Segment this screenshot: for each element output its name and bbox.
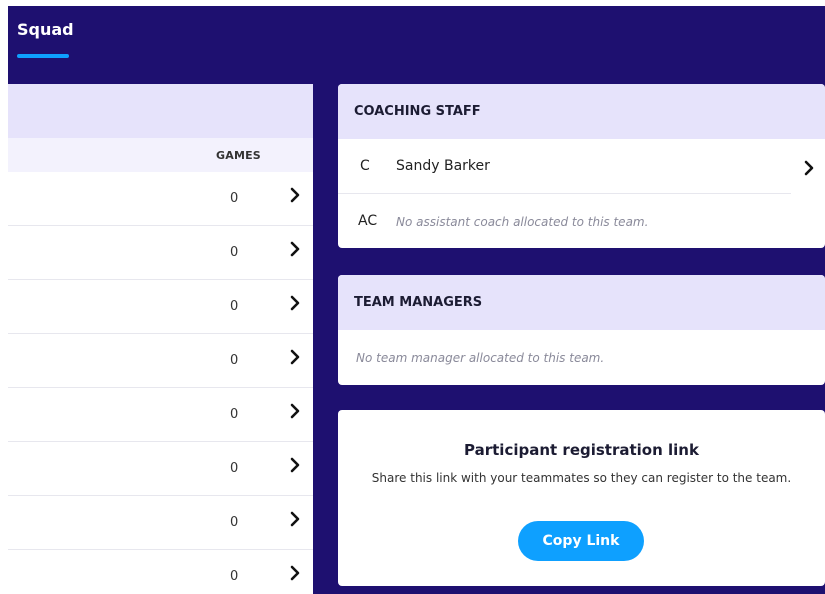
chevron-right-icon[interactable] xyxy=(286,508,304,530)
games-count: 0 xyxy=(230,299,239,314)
assistant-coach-role-label: AC xyxy=(358,213,378,229)
games-count: 0 xyxy=(230,569,239,584)
tab-squad[interactable]: Squad xyxy=(17,20,74,39)
chevron-right-icon[interactable] xyxy=(286,238,304,260)
table-row[interactable]: 0 xyxy=(8,550,313,594)
chevron-right-icon[interactable] xyxy=(286,346,304,368)
games-count: 0 xyxy=(230,407,239,422)
coach-row[interactable]: C Sandy Barker xyxy=(338,139,791,194)
squad-rows: 0 0 0 0 0 0 0 0 xyxy=(8,172,313,594)
table-row[interactable]: 0 xyxy=(8,442,313,496)
chevron-right-icon[interactable] xyxy=(286,184,304,206)
registration-title: Participant registration link xyxy=(464,441,699,459)
table-row[interactable]: 0 xyxy=(8,280,313,334)
chevron-right-icon[interactable] xyxy=(286,292,304,314)
table-row[interactable]: 0 xyxy=(8,388,313,442)
team-managers-header: TEAM MANAGERS xyxy=(338,275,825,330)
games-column-header: GAMES xyxy=(216,149,261,162)
chevron-right-icon[interactable] xyxy=(801,157,817,179)
games-count: 0 xyxy=(230,245,239,260)
squad-panel: GAMES 0 0 0 0 0 0 0 0 xyxy=(8,84,313,594)
games-count: 0 xyxy=(230,353,239,368)
squad-panel-header xyxy=(8,84,313,138)
assistant-coach-note: No assistant coach allocated to this tea… xyxy=(396,215,649,229)
registration-description: Share this link with your teammates so t… xyxy=(371,471,792,485)
coaching-staff-card: COACHING STAFF C Sandy Barker AC No assi… xyxy=(338,84,825,248)
copy-link-button[interactable]: Copy Link xyxy=(518,521,644,561)
table-row[interactable]: 0 xyxy=(8,226,313,280)
assistant-coach-row: AC No assistant coach allocated to this … xyxy=(338,194,825,248)
team-managers-title: TEAM MANAGERS xyxy=(354,295,483,310)
table-row[interactable]: 0 xyxy=(8,496,313,550)
games-count: 0 xyxy=(230,461,239,476)
tab-bar: Squad xyxy=(8,6,825,82)
coach-role-label: C xyxy=(360,158,370,174)
table-row[interactable]: 0 xyxy=(8,172,313,226)
chevron-right-icon[interactable] xyxy=(286,454,304,476)
active-tab-indicator xyxy=(17,54,69,58)
games-count: 0 xyxy=(230,515,239,530)
team-managers-card: TEAM MANAGERS No team manager allocated … xyxy=(338,275,825,385)
team-manager-note: No team manager allocated to this team. xyxy=(356,351,605,365)
games-count: 0 xyxy=(230,191,239,206)
coaching-staff-title: COACHING STAFF xyxy=(354,104,481,119)
table-row[interactable]: 0 xyxy=(8,334,313,388)
registration-link-card: Participant registration link Share this… xyxy=(338,410,825,586)
chevron-right-icon[interactable] xyxy=(286,562,304,584)
coach-name: Sandy Barker xyxy=(396,158,490,174)
chevron-right-icon[interactable] xyxy=(286,400,304,422)
squad-column-headers: GAMES xyxy=(8,138,313,172)
coaching-staff-header: COACHING STAFF xyxy=(338,84,825,139)
